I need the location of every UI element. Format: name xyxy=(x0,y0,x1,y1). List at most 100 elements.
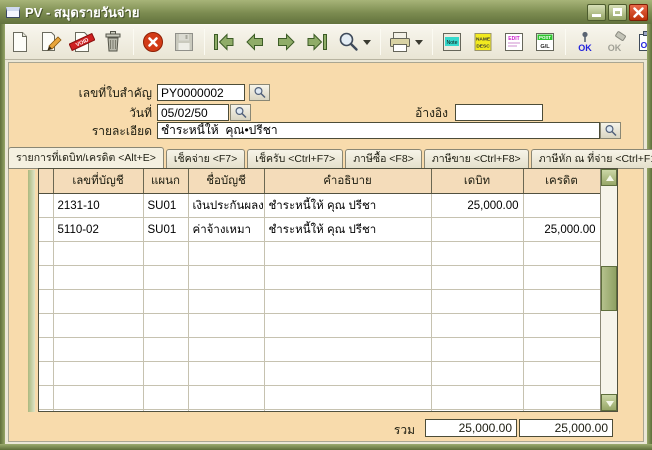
empty-row xyxy=(39,313,601,338)
date-lookup-button[interactable] xyxy=(230,104,251,121)
post-gl-icon: POST G/L xyxy=(536,33,554,51)
app-icon xyxy=(6,6,20,18)
reference-input[interactable] xyxy=(455,104,543,121)
cell-debit[interactable] xyxy=(431,217,524,242)
col-credit: เครดิต xyxy=(523,169,601,194)
cell-description[interactable]: ชำระหนี้ให้ คุณ ปรีชา xyxy=(264,193,432,218)
grid-row[interactable]: 2131-10 SU01 เงินประกันผลงา ชำระหนี้ให้ … xyxy=(39,193,601,218)
note-icon: Note xyxy=(443,33,461,51)
voucher-lookup-button[interactable] xyxy=(249,84,270,101)
next-record-button[interactable] xyxy=(272,27,300,57)
maximize-button[interactable] xyxy=(608,3,627,21)
trash-icon xyxy=(105,31,121,52)
name-desc-button[interactable]: NAME DESC xyxy=(469,27,497,57)
cell-account-name[interactable]: ค่าจ้างเหมา xyxy=(188,217,265,242)
previous-record-button[interactable] xyxy=(241,27,269,57)
empty-row xyxy=(39,241,601,266)
col-account-no: เลขที่บัญชี xyxy=(53,169,144,194)
tab-cheque-paid[interactable]: เช็คจ่าย <F7> xyxy=(165,149,246,168)
tab-withholding-tax[interactable]: ภาษีหัก ณ ที่จ่าย <Ctrl+F10> xyxy=(530,149,652,168)
date-input[interactable] xyxy=(157,104,229,121)
tab-sales-tax[interactable]: ภาษีขาย <Ctrl+F8> xyxy=(423,149,529,168)
search-icon xyxy=(339,32,358,51)
name-desc-icon: NAME DESC xyxy=(474,33,492,51)
edit-document-icon xyxy=(42,32,62,51)
cell-dept[interactable]: SU01 xyxy=(143,217,189,242)
vertical-scrollbar[interactable] xyxy=(600,169,617,411)
edit-desc-button[interactable]: EDIT xyxy=(500,27,528,57)
cell-account-no[interactable]: 5110-02 xyxy=(53,217,144,242)
new-button[interactable] xyxy=(6,27,34,57)
col-description: คำอธิบาย xyxy=(264,169,432,194)
tab-debit-credit[interactable]: รายการที่เดบิท/เครดิต <Alt+E> xyxy=(8,147,164,168)
reference-label: อ้างอิง xyxy=(415,106,448,120)
ok-clear-button[interactable]: OK xyxy=(602,27,630,57)
col-debit: เดบิท xyxy=(431,169,524,194)
previous-record-icon xyxy=(246,33,263,51)
total-debit: 25,000.00 xyxy=(425,419,517,437)
grid-row[interactable]: 5110-02 SU01 ค่าจ้างเหมา ชำระหนี้ให้ คุณ… xyxy=(39,217,601,242)
last-record-button[interactable] xyxy=(303,27,331,57)
app-window: PV - สมุดรายวันจ่าย VOID Note NAME DESC … xyxy=(0,0,652,450)
scroll-down-icon xyxy=(606,401,614,407)
close-button[interactable] xyxy=(629,3,648,21)
note-button[interactable]: Note xyxy=(438,27,466,57)
scroll-up-button[interactable] xyxy=(601,169,617,186)
description-lookup-button[interactable] xyxy=(600,122,621,139)
lookup-magnifier-icon xyxy=(234,106,247,119)
tab-cheque-received[interactable]: เช็ครับ <Ctrl+F7> xyxy=(247,149,344,168)
scroll-down-button[interactable] xyxy=(601,394,617,411)
cell-description[interactable]: ชำระหนี้ให้ คุณ ปรีชา xyxy=(264,217,432,242)
voucher-label: เลขที่ใบสำคัญ xyxy=(78,86,152,100)
cell-credit[interactable]: 25,000.00 xyxy=(523,217,601,242)
toolbar-separator xyxy=(565,29,566,55)
post-gl-button[interactable]: POST G/L xyxy=(531,27,559,57)
empty-row xyxy=(39,361,601,386)
tab-purchase-tax[interactable]: ภาษีซื้อ <F8> xyxy=(345,149,422,168)
journal-grid: เลขที่บัญชี แผนก ชื่อบัญชี คำอธิบาย เดบิ… xyxy=(38,168,618,412)
cancel-button[interactable] xyxy=(139,27,167,57)
cell-account-no[interactable]: 2131-10 xyxy=(53,193,144,218)
grid-header-row: เลขที่บัญชี แผนก ชื่อบัญชี คำอธิบาย เดบิ… xyxy=(39,169,601,194)
find-dropdown-caret[interactable] xyxy=(363,39,371,45)
edit-button[interactable] xyxy=(37,27,65,57)
scrollbar-thumb[interactable] xyxy=(601,266,617,311)
svg-text:OK: OK xyxy=(608,43,622,53)
page-left-strip xyxy=(28,170,35,412)
ok-pin-icon: OK xyxy=(578,31,592,53)
empty-row xyxy=(39,409,601,411)
svg-text:DESC: DESC xyxy=(476,44,490,50)
row-selector[interactable] xyxy=(39,217,54,242)
find-button[interactable] xyxy=(334,27,362,57)
col-account-name: ชื่อบัญชี xyxy=(188,169,265,194)
cell-debit[interactable]: 25,000.00 xyxy=(431,193,524,218)
print-button[interactable] xyxy=(386,27,414,57)
delete-button[interactable] xyxy=(99,27,127,57)
toolbar-separator xyxy=(432,29,433,55)
cell-credit[interactable] xyxy=(523,193,601,218)
toolbar: VOID Note NAME DESC EDIT POST G/L OK OK xyxy=(0,24,652,60)
save-button[interactable] xyxy=(170,27,198,57)
ok-clear-icon: OK xyxy=(608,31,626,53)
cell-dept[interactable]: SU01 xyxy=(143,193,189,218)
window-title: PV - สมุดรายวันจ่าย xyxy=(25,4,140,20)
row-selector[interactable] xyxy=(39,193,54,218)
description-label: รายละเอียด xyxy=(91,124,152,138)
next-record-icon xyxy=(278,33,295,51)
last-record-icon xyxy=(307,33,327,51)
voucher-input[interactable] xyxy=(157,84,245,101)
total-credit: 25,000.00 xyxy=(519,419,613,437)
print-dropdown-caret[interactable] xyxy=(415,39,423,45)
empty-row xyxy=(39,385,601,410)
cancel-icon xyxy=(143,32,163,52)
tab-bar: รายการที่เดบิท/เครดิต <Alt+E> เช็คจ่าย <… xyxy=(8,147,652,168)
cell-account-name[interactable]: เงินประกันผลงา xyxy=(188,193,265,218)
toolbar-separator xyxy=(204,29,205,55)
first-record-button[interactable] xyxy=(210,27,238,57)
description-input[interactable] xyxy=(157,122,600,139)
minimize-button[interactable] xyxy=(587,3,606,21)
void-button[interactable]: VOID xyxy=(68,27,96,57)
ok-approve-button[interactable]: OK xyxy=(571,27,599,57)
window-border-left xyxy=(0,24,5,450)
void-document-icon: VOID xyxy=(69,32,95,52)
